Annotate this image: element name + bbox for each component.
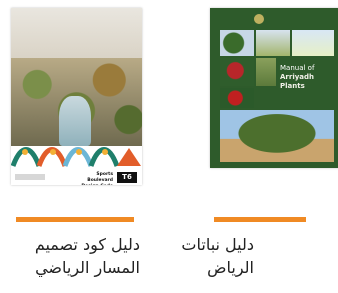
guide-title[interactable]: دليل نباتات الرياض bbox=[134, 233, 254, 279]
plant-photo bbox=[292, 30, 334, 56]
plant-photo bbox=[220, 88, 254, 108]
publisher-logos bbox=[15, 174, 45, 180]
plant-photo bbox=[256, 58, 276, 86]
cover-label: Sports Boulevard Design Code Manual bbox=[81, 172, 113, 185]
cover-decorative-pattern bbox=[11, 147, 141, 167]
cover-footer: Sports Boulevard Design Code Manual T6 bbox=[11, 170, 142, 185]
plant-photo bbox=[220, 30, 254, 56]
tree-landscape-photo bbox=[220, 110, 334, 162]
guide-card-arriyadh-plants[interactable]: Manual of Arriyadh Plants دليل نباتات ال… bbox=[176, 0, 338, 293]
plant-photo bbox=[220, 58, 254, 86]
accent-bar bbox=[214, 217, 306, 222]
accent-bar bbox=[16, 217, 134, 222]
cover-title: Manual of Arriyadh Plants bbox=[280, 64, 336, 91]
cover-code-badge: T6 bbox=[117, 172, 137, 183]
cover-image-arriyadh-plants[interactable]: Manual of Arriyadh Plants bbox=[210, 8, 338, 168]
cover-image-sports-boulevard[interactable]: Sports Boulevard Design Code Manual T6 bbox=[11, 8, 142, 185]
cover-sky bbox=[11, 8, 142, 64]
cover-title-line2: Arriyadh Plants bbox=[280, 73, 315, 90]
emblem-icon bbox=[254, 14, 264, 24]
plant-photo bbox=[256, 30, 290, 56]
guide-title[interactable]: دليل كود تصميم المسار الرياضي bbox=[0, 233, 140, 279]
cover-title-line1: Manual of bbox=[280, 64, 315, 72]
